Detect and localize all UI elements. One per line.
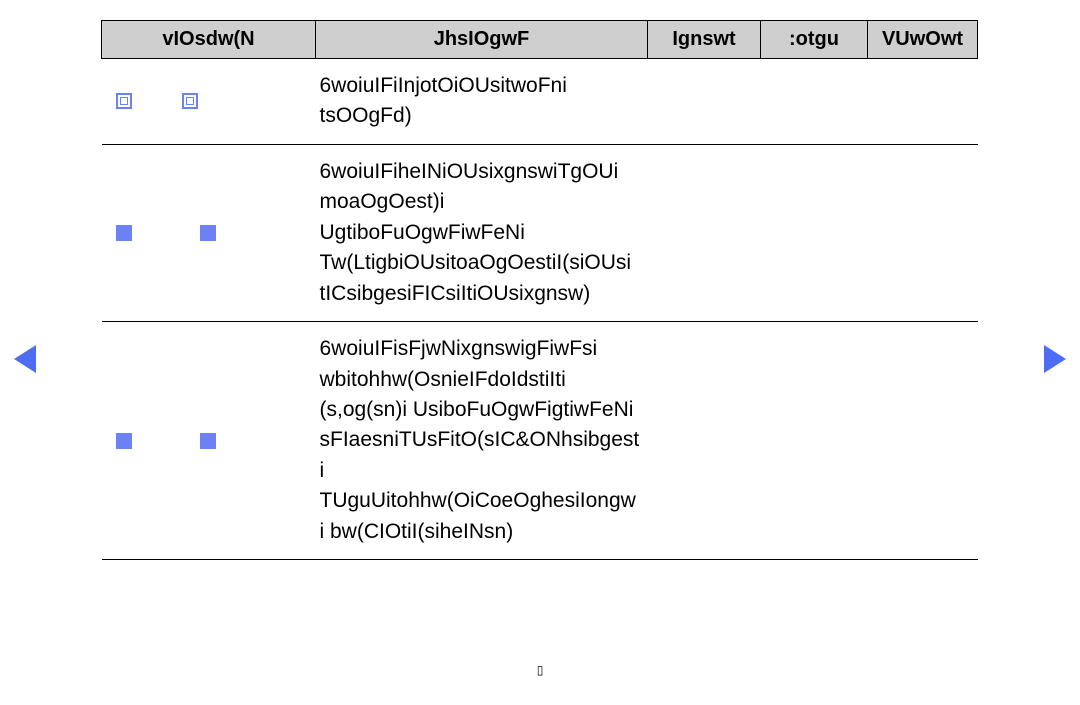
col-header-2: Ignswt xyxy=(648,21,761,59)
row-description: 6woiuIFisFjwNixgnswigFiwFsi wbitohhw(Osn… xyxy=(320,334,640,547)
checkbox-pair xyxy=(106,433,308,449)
col-header-4: VUwOwt xyxy=(868,21,978,59)
row-description: 6woiuIFiInjotOiOUsitwoFni tsOOgFd) xyxy=(320,71,640,132)
checkbox-pair xyxy=(106,93,308,109)
table-row: 6woiuIFiInjotOiOUsitwoFni tsOOgFd) xyxy=(102,59,978,145)
table-header-row: vIOsdw(N JhsIOgwF Ignswt :otgu VUwOwt xyxy=(102,21,978,59)
checkbox-icon[interactable] xyxy=(116,433,132,449)
col-header-0: vIOsdw(N xyxy=(102,21,316,59)
checkbox-pair xyxy=(106,225,308,241)
checkbox-icon[interactable] xyxy=(116,93,132,109)
checkbox-icon[interactable] xyxy=(200,225,216,241)
table-row: 6woiuIFisFjwNixgnswigFiwFsi wbitohhw(Osn… xyxy=(102,322,978,560)
checkbox-icon[interactable] xyxy=(200,433,216,449)
checkbox-icon[interactable] xyxy=(116,225,132,241)
checkbox-icon[interactable] xyxy=(182,93,198,109)
data-table: vIOsdw(N JhsIOgwF Ignswt :otgu VUwOwt 6w xyxy=(101,20,978,560)
data-table-container: vIOsdw(N JhsIOgwF Ignswt :otgu VUwOwt 6w xyxy=(101,20,977,560)
page-footer-glyph: ▯ xyxy=(537,663,544,677)
prev-page-arrow[interactable] xyxy=(14,345,36,373)
table-row: 6woiuIFiheINiOUsixgnswiTgOUi moaOgOest)i… xyxy=(102,144,978,321)
row-description: 6woiuIFiheINiOUsixgnswiTgOUi moaOgOest)i… xyxy=(320,157,640,309)
col-header-3: :otgu xyxy=(761,21,868,59)
col-header-1: JhsIOgwF xyxy=(316,21,648,59)
next-page-arrow[interactable] xyxy=(1044,345,1066,373)
